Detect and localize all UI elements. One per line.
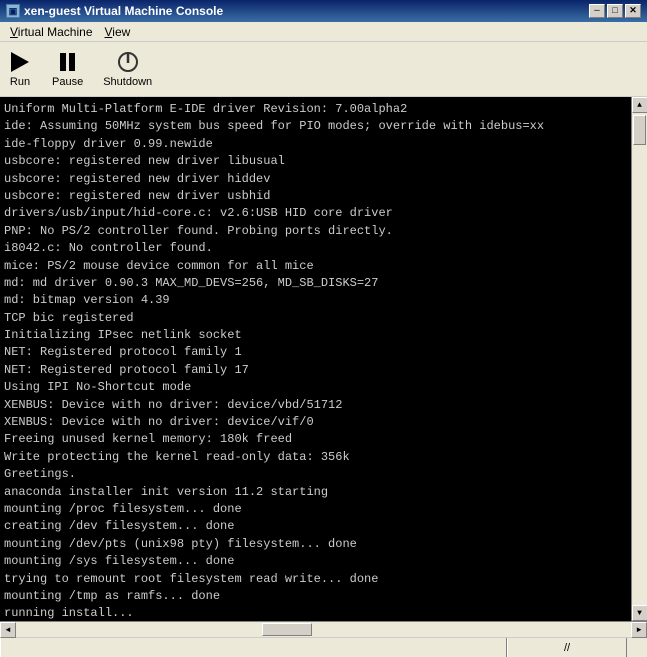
- scroll-thumb[interactable]: [633, 115, 646, 145]
- run-button[interactable]: Run: [8, 50, 32, 88]
- status-middle-text: //: [564, 642, 570, 654]
- scroll-up-button[interactable]: ▲: [632, 97, 647, 113]
- scroll-track[interactable]: [632, 113, 647, 605]
- title-bar-controls[interactable]: ─ □ ✕: [589, 4, 641, 18]
- run-label: Run: [10, 76, 30, 88]
- title-bar-left: ▣ xen-guest Virtual Machine Console: [6, 4, 223, 18]
- status-right: [627, 638, 647, 657]
- status-middle: //: [507, 638, 627, 657]
- shutdown-label: Shutdown: [103, 76, 152, 88]
- menu-view[interactable]: View: [99, 23, 137, 41]
- play-icon: [8, 50, 32, 74]
- scroll-left-button[interactable]: ◄: [0, 622, 16, 638]
- status-left: [0, 638, 507, 657]
- menu-view-label: View: [105, 25, 131, 39]
- vertical-scrollbar[interactable]: ▲ ▼: [631, 97, 647, 621]
- toolbar: Run Pause Shutdown: [0, 42, 647, 97]
- maximize-button[interactable]: □: [607, 4, 623, 18]
- close-button[interactable]: ✕: [625, 4, 641, 18]
- menu-bar: Virtual Machine View: [0, 22, 647, 42]
- scroll-h-track[interactable]: [16, 622, 631, 637]
- title-bar: ▣ xen-guest Virtual Machine Console ─ □ …: [0, 0, 647, 22]
- console-output[interactable]: Uniform Multi-Platform E-IDE driver Revi…: [0, 97, 631, 621]
- menu-vm-label: Virtual Machine: [10, 25, 93, 39]
- shutdown-button[interactable]: Shutdown: [103, 50, 152, 88]
- window-icon: ▣: [6, 4, 20, 18]
- pause-button[interactable]: Pause: [52, 50, 83, 88]
- window-title: xen-guest Virtual Machine Console: [24, 4, 223, 18]
- pause-icon: [56, 50, 80, 74]
- power-icon: [116, 50, 140, 74]
- minimize-button[interactable]: ─: [589, 4, 605, 18]
- menu-virtual-machine[interactable]: Virtual Machine: [4, 23, 99, 41]
- scroll-right-button[interactable]: ►: [631, 622, 647, 638]
- horizontal-scrollbar[interactable]: ◄ ►: [0, 621, 647, 637]
- console-wrapper: Uniform Multi-Platform E-IDE driver Revi…: [0, 97, 647, 621]
- status-bar: //: [0, 637, 647, 657]
- scroll-down-button[interactable]: ▼: [632, 605, 647, 621]
- scroll-h-thumb[interactable]: [262, 623, 312, 636]
- pause-label: Pause: [52, 76, 83, 88]
